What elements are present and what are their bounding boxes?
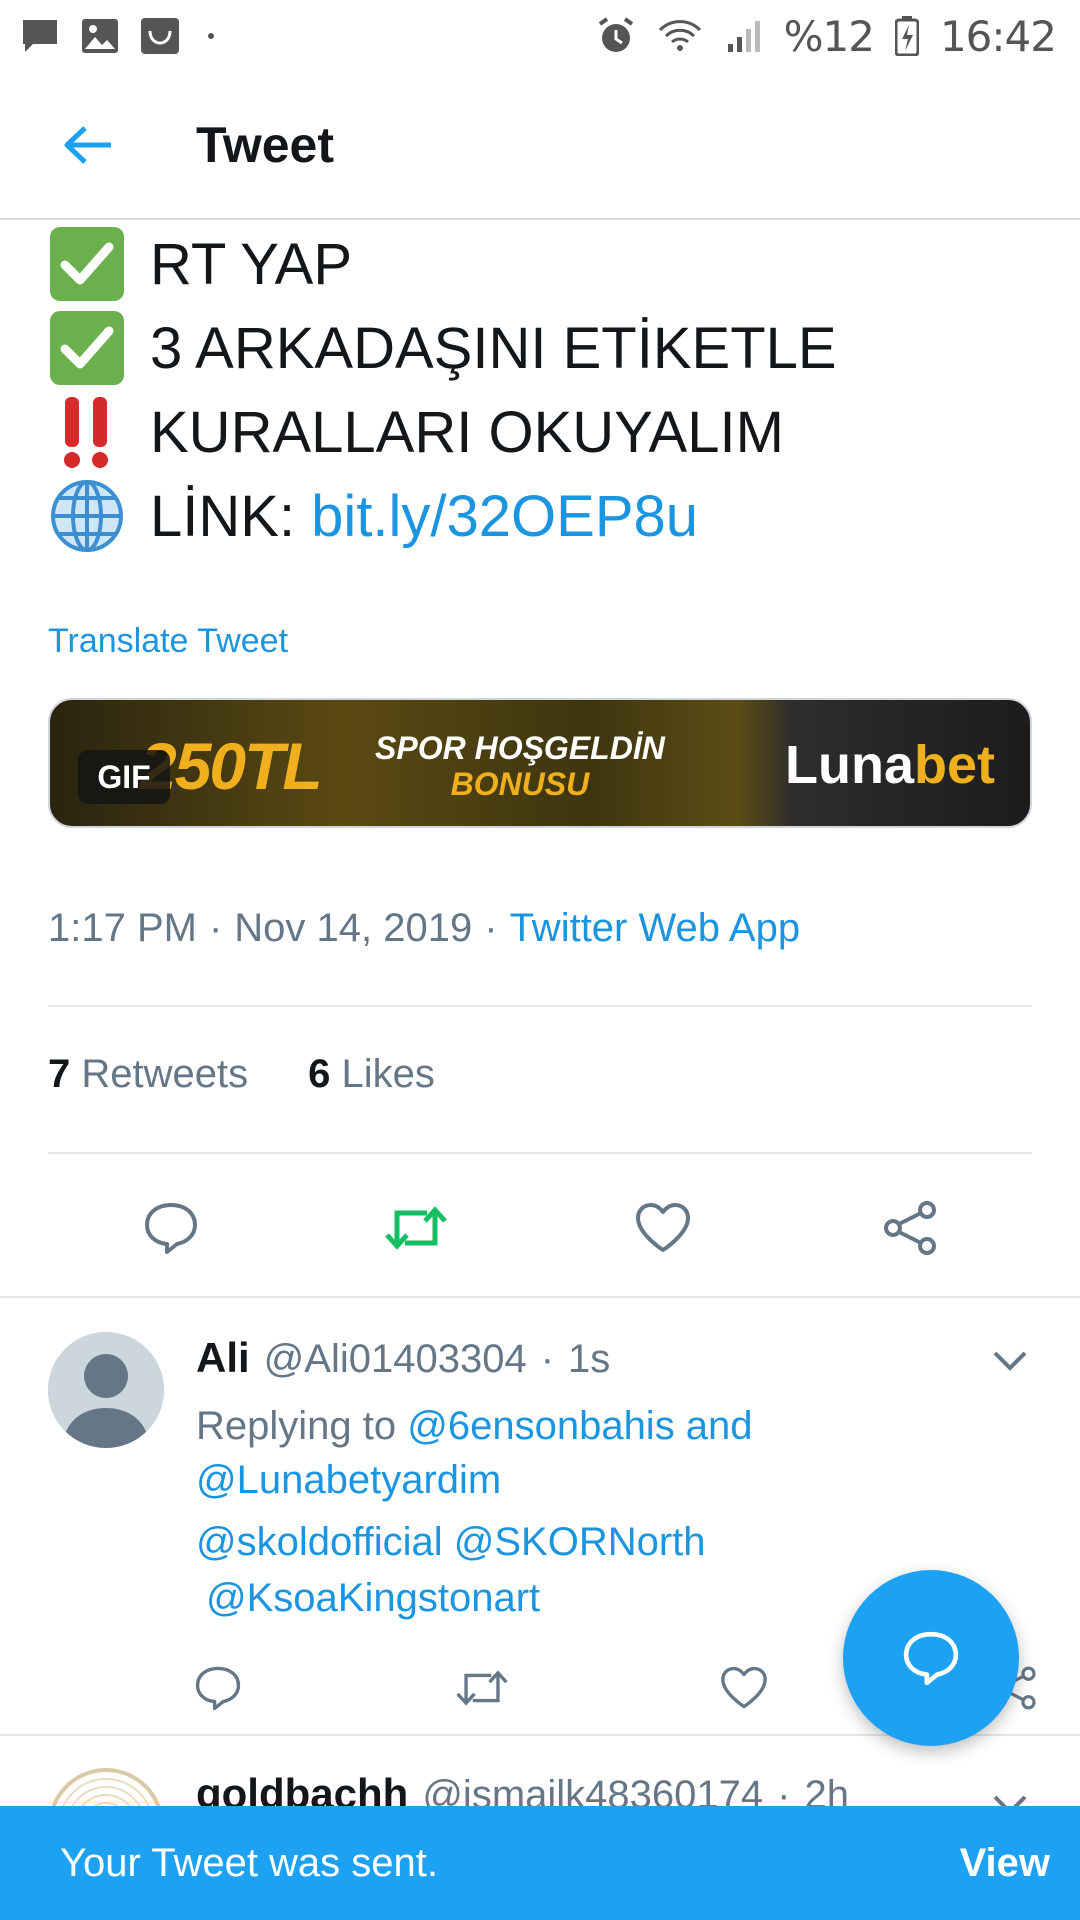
reply-header: Ali @Ali01403304 · 1s — [196, 1334, 610, 1382]
reply-icon — [145, 1203, 197, 1254]
snackbar-view-button[interactable]: View — [960, 1841, 1050, 1886]
tweet-sent-snackbar: Your Tweet was sent. View — [0, 1806, 1080, 1920]
reply-icon — [195, 1666, 241, 1711]
reply-button[interactable] — [127, 1184, 215, 1272]
tweet-link[interactable]: bit.ly/32OEP8u — [311, 483, 698, 550]
replying-to-mentions-2[interactable]: @Lunabetyardim — [196, 1452, 976, 1508]
tweet-time: 1:17 PM — [48, 906, 197, 950]
check-mark-icon — [48, 309, 126, 387]
reply-retweet-button[interactable] — [442, 1648, 522, 1728]
tweet-line-text: KURALLARI OKUYALIM — [150, 399, 784, 465]
tweet-line: KURALLARI OKUYALIM — [48, 390, 1038, 474]
status-bar: %12 16:42 — [0, 0, 1080, 72]
wifi-icon — [656, 16, 704, 56]
alarm-icon — [596, 16, 636, 56]
tweet-detail-screen: %12 16:42 Tweet RT YAP 3 ARKADAŞINI ETİK… — [0, 0, 1080, 1920]
retweet-icon — [456, 1670, 508, 1706]
gif-badge: GIF — [78, 750, 170, 804]
more-notifications-dot — [208, 33, 214, 39]
translate-tweet-link[interactable]: Translate Tweet — [48, 622, 288, 661]
tweet-line: 3 ARKADAŞINI ETİKETLE — [48, 306, 1038, 390]
check-mark-icon — [48, 225, 126, 303]
tweet-date: Nov 14, 2019 — [234, 906, 473, 950]
tweet-line: RT YAP — [48, 222, 1038, 306]
reply-mentions-line1[interactable]: @skoldofficial @SKORNorth — [196, 1514, 976, 1570]
notification-icon — [140, 16, 180, 56]
image-icon — [80, 16, 120, 56]
reply-separator: · — [540, 1337, 555, 1381]
compose-reply-fab[interactable] — [843, 1570, 1019, 1746]
avatar[interactable] — [48, 1332, 164, 1448]
arrow-left-icon — [64, 126, 111, 164]
tweet-timestamp: 1:17 PM · Nov 14, 2019 · Twitter Web App — [48, 906, 800, 951]
tweet-line-text: 3 ARKADAŞINI ETİKETLE — [150, 315, 837, 381]
retweet-button[interactable] — [372, 1184, 460, 1272]
page-title: Tweet — [196, 117, 334, 173]
share-icon — [884, 1201, 936, 1255]
replying-to-mentions[interactable]: @6ensonbahis and — [407, 1404, 752, 1448]
reply-text: Replying to @6ensonbahis and @Lunabetyar… — [196, 1398, 976, 1626]
globe-icon — [48, 477, 126, 555]
divider — [48, 1152, 1032, 1154]
tweet-line-text: LİNK: — [150, 483, 312, 549]
snackbar-message: Your Tweet was sent. — [60, 1840, 439, 1885]
reply-menu-button[interactable] — [985, 1336, 1035, 1386]
battery-percent: %12 — [783, 11, 875, 61]
like-button[interactable] — [619, 1184, 707, 1272]
tweet-action-bar — [0, 1184, 1080, 1272]
top-navigation-bar: Tweet — [0, 72, 1080, 220]
reply-icon — [903, 1631, 959, 1686]
back-button[interactable] — [38, 95, 138, 195]
tweet-line-text: RT YAP — [150, 231, 353, 297]
tweet-media-gif[interactable]: 250TL SPOR HOŞGELDİN BONUSU Lunabet GIF — [48, 698, 1032, 828]
message-icon — [20, 16, 60, 56]
signal-icon — [724, 16, 764, 56]
banner-subtitle-line1: SPOR HOŞGELDİN — [375, 730, 665, 766]
retweet-icon — [385, 1206, 447, 1250]
reply-like-button[interactable] — [704, 1648, 784, 1728]
likes-stat[interactable]: 6 Likes — [308, 1052, 435, 1097]
clock: 16:42 — [939, 11, 1057, 61]
meta-separator: · — [484, 906, 498, 950]
heart-icon — [636, 1203, 690, 1252]
retweets-stat[interactable]: 7 Retweets — [48, 1052, 248, 1097]
reply-author-handle: @Ali01403304 — [263, 1337, 527, 1381]
tweet-source-app[interactable]: Twitter Web App — [510, 906, 801, 951]
tweet-text: RT YAP 3 ARKADAŞINI ETİKETLE KURALLARI O… — [48, 222, 1038, 558]
divider — [48, 1005, 1032, 1007]
banner-subtitle-line2: BONUSU — [450, 766, 590, 802]
chevron-down-icon — [993, 1351, 1027, 1371]
reply-reply-button[interactable] — [178, 1648, 258, 1728]
tweet-stats: 7 Retweets 6 Likes — [48, 1052, 435, 1097]
replying-to-label: Replying to — [196, 1404, 408, 1448]
banner-brand-logo: Lunabet — [785, 735, 995, 795]
banner-subtitle: SPOR HOŞGELDİN BONUSU — [375, 730, 665, 802]
battery-icon — [894, 16, 920, 56]
meta-separator: · — [208, 906, 223, 950]
reply-author-name[interactable]: Ali — [196, 1334, 250, 1382]
default-avatar-icon — [48, 1332, 164, 1448]
reply-time: 1s — [568, 1337, 611, 1381]
heart-icon — [721, 1666, 767, 1709]
double-exclamation-icon — [48, 393, 126, 471]
tweet-line: LİNK: bit.ly/32OEP8u — [48, 474, 1038, 558]
section-divider — [0, 1296, 1080, 1298]
share-button[interactable] — [866, 1184, 954, 1272]
